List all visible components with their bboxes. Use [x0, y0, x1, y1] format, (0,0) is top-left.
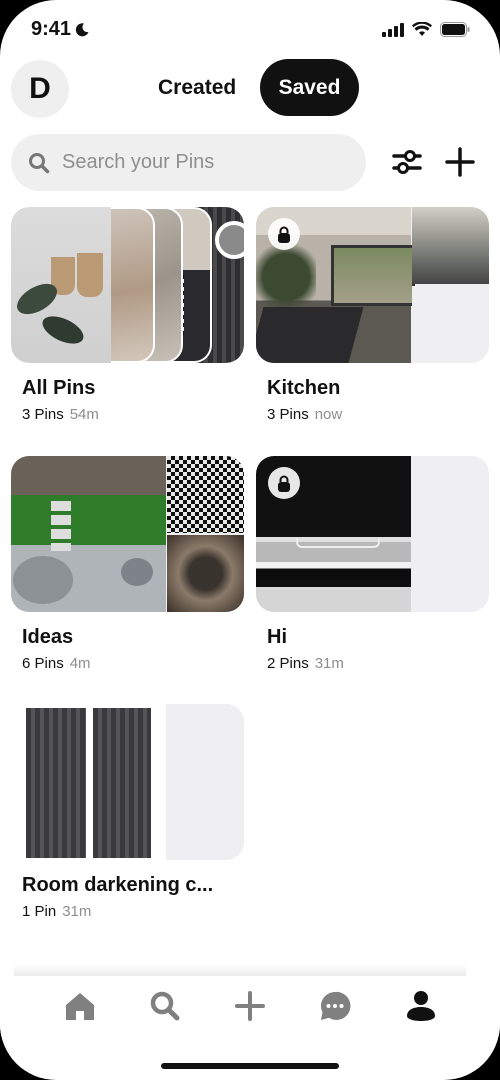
sliders-icon — [392, 150, 422, 174]
cover-grid-right — [167, 456, 244, 612]
board-meta: 3 Pins now — [267, 406, 489, 423]
status-icons — [382, 22, 470, 37]
board-age: 31m — [314, 655, 344, 672]
board-cover — [11, 207, 244, 363]
search-icon — [29, 152, 50, 173]
private-badge — [268, 218, 300, 250]
cover-grid-right — [412, 207, 489, 363]
board-card-hi[interactable]: Hi 2 Pins 31m — [256, 456, 489, 672]
filter-button[interactable] — [390, 145, 424, 179]
nav-profile[interactable] — [403, 988, 439, 1024]
board-cover — [256, 456, 489, 612]
search-bar[interactable] — [11, 134, 366, 191]
pin-count: 3 Pins — [22, 406, 64, 423]
board-meta: 6 Pins 4m — [22, 655, 244, 672]
plus-icon — [235, 991, 265, 1021]
pin-count: 2 Pins — [267, 655, 309, 672]
status-bar: 9:41 — [0, 0, 500, 60]
board-title: Room darkening c... — [22, 874, 214, 896]
avatar[interactable]: D — [11, 60, 69, 118]
battery-icon — [440, 22, 470, 37]
board-meta: 1 Pin 31m — [22, 903, 244, 920]
lock-icon — [278, 475, 290, 492]
pin-count: 6 Pins — [22, 655, 64, 672]
add-button[interactable] — [443, 145, 477, 179]
board-meta: 2 Pins 31m — [267, 655, 489, 672]
cover-empty-slot — [412, 535, 489, 612]
home-indicator[interactable] — [161, 1063, 339, 1069]
nav-divider — [14, 964, 466, 976]
board-card-room-darkening[interactable]: Room darkening c... 1 Pin 31m — [11, 704, 244, 920]
header: D Created Saved — [0, 58, 500, 118]
pin-count: 1 Pin — [22, 903, 57, 920]
time-text: 9:41 — [31, 18, 72, 40]
private-badge — [268, 467, 300, 499]
tab-saved[interactable]: Saved — [260, 59, 359, 116]
cover-image-curtains — [11, 704, 166, 860]
board-age: 4m — [69, 655, 91, 672]
board-meta: 3 Pins 54m — [22, 406, 244, 423]
cover-image-baskets — [11, 207, 111, 363]
cover-empty-slot — [412, 456, 489, 533]
bottom-nav — [0, 976, 500, 1036]
plus-icon — [445, 147, 475, 177]
cover-image-garden — [11, 456, 166, 612]
person-icon — [407, 991, 435, 1021]
cover-image-bathroom — [167, 535, 244, 612]
board-title: Ideas — [22, 626, 74, 648]
board-card-all-pins[interactable]: All Pins 3 Pins 54m — [11, 207, 244, 423]
cover-image-kitchen-2 — [412, 207, 489, 284]
screen: 9:41 D Created Saved Search your Pins Al… — [0, 0, 500, 1080]
search-icon — [150, 991, 180, 1021]
board-title: All Pins — [22, 377, 96, 399]
cover-grid-right — [412, 456, 489, 612]
search-input[interactable] — [60, 150, 344, 175]
tab-created[interactable]: Created — [145, 68, 249, 108]
nav-create[interactable] — [232, 988, 268, 1024]
board-age: now — [314, 406, 343, 423]
board-cover — [11, 456, 244, 612]
nav-search[interactable] — [147, 988, 183, 1024]
board-cover — [11, 704, 244, 860]
board-card-kitchen[interactable]: Kitchen 3 Pins now — [256, 207, 489, 423]
nav-messages[interactable] — [317, 988, 353, 1024]
avatar-initial: D — [29, 72, 51, 105]
board-card-ideas[interactable]: Ideas 6 Pins 4m — [11, 456, 244, 672]
board-age: 54m — [69, 406, 99, 423]
cover-grid-right — [167, 704, 244, 860]
lock-icon — [278, 226, 290, 243]
nav-home[interactable] — [62, 988, 98, 1024]
cover-image-tiles — [167, 456, 244, 533]
status-time: 9:41 — [31, 18, 90, 41]
wifi-icon — [412, 22, 432, 36]
cover-empty-slot — [167, 783, 244, 860]
moon-icon — [75, 22, 89, 36]
cover-empty-slot — [412, 286, 489, 363]
pin-count: 3 Pins — [267, 406, 309, 423]
home-icon — [66, 993, 94, 1020]
board-title: Hi — [267, 626, 287, 648]
board-title: Kitchen — [267, 377, 341, 399]
chat-bubble-icon — [321, 991, 351, 1020]
cellular-signal-icon — [382, 22, 404, 37]
cover-empty-slot — [167, 704, 244, 781]
board-cover — [256, 207, 489, 363]
board-age: 31m — [62, 903, 92, 920]
